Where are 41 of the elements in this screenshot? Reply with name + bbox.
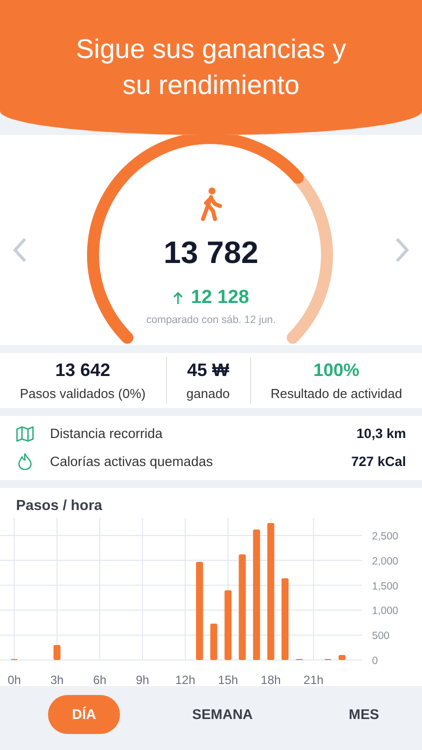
step-difference: 12 128	[190, 286, 250, 310]
period-tab[interactable]: SEMANA	[168, 695, 277, 734]
metric-value: 727 kCal	[351, 452, 406, 471]
chart-bar	[210, 623, 218, 660]
comparison-text: comparado con sáb. 12 jun.	[146, 312, 276, 328]
axis-label: 1,500	[372, 580, 398, 592]
axis-label: 3h	[50, 672, 64, 686]
axis-label: 9h	[136, 672, 150, 686]
walking-person-icon	[200, 187, 222, 221]
axis-label: 6h	[93, 672, 106, 686]
axis-label: 18h	[260, 672, 281, 686]
chart-bar	[54, 644, 60, 660]
flame-icon	[18, 453, 32, 470]
header-title: Sigue sus ganancias y su rendimiento	[74, 33, 348, 102]
metric-label: Calorías activas quemadas	[50, 452, 214, 471]
period-tab[interactable]: MES	[324, 695, 404, 734]
stat-value: 13 642	[54, 359, 112, 382]
step-count: 13 782	[164, 237, 258, 268]
stat-label: Resultado de actividad	[270, 385, 404, 403]
chart-bar	[224, 590, 232, 660]
axis-label: 12h	[175, 672, 196, 686]
axis-label: 15h	[218, 672, 238, 686]
axis-label: 21h	[304, 672, 324, 686]
stat-label: ganado	[185, 385, 231, 403]
chart-title: Pasos / hora	[15, 497, 104, 516]
axis-label: 500	[372, 630, 390, 642]
axis-label: 1,000	[372, 604, 398, 617]
chevron-left-icon[interactable]	[13, 237, 27, 263]
stat-label: Pasos validados (0%)	[18, 385, 147, 403]
stat-value: 100%	[312, 359, 360, 382]
arrow-up-icon	[172, 292, 183, 304]
stat-value: 45 ₩	[186, 359, 230, 382]
map-icon	[16, 426, 34, 442]
axis-label: 0h	[8, 672, 21, 686]
axis-label: 0	[372, 654, 378, 667]
axis-label: 2,000	[372, 555, 398, 568]
metric-label: Distancia recorrida	[50, 424, 164, 442]
chart-bar	[338, 654, 346, 660]
metric-value: 10,3 km	[356, 424, 406, 442]
axis-label: 2,500	[372, 530, 398, 542]
chevron-right-icon[interactable]	[395, 237, 409, 263]
